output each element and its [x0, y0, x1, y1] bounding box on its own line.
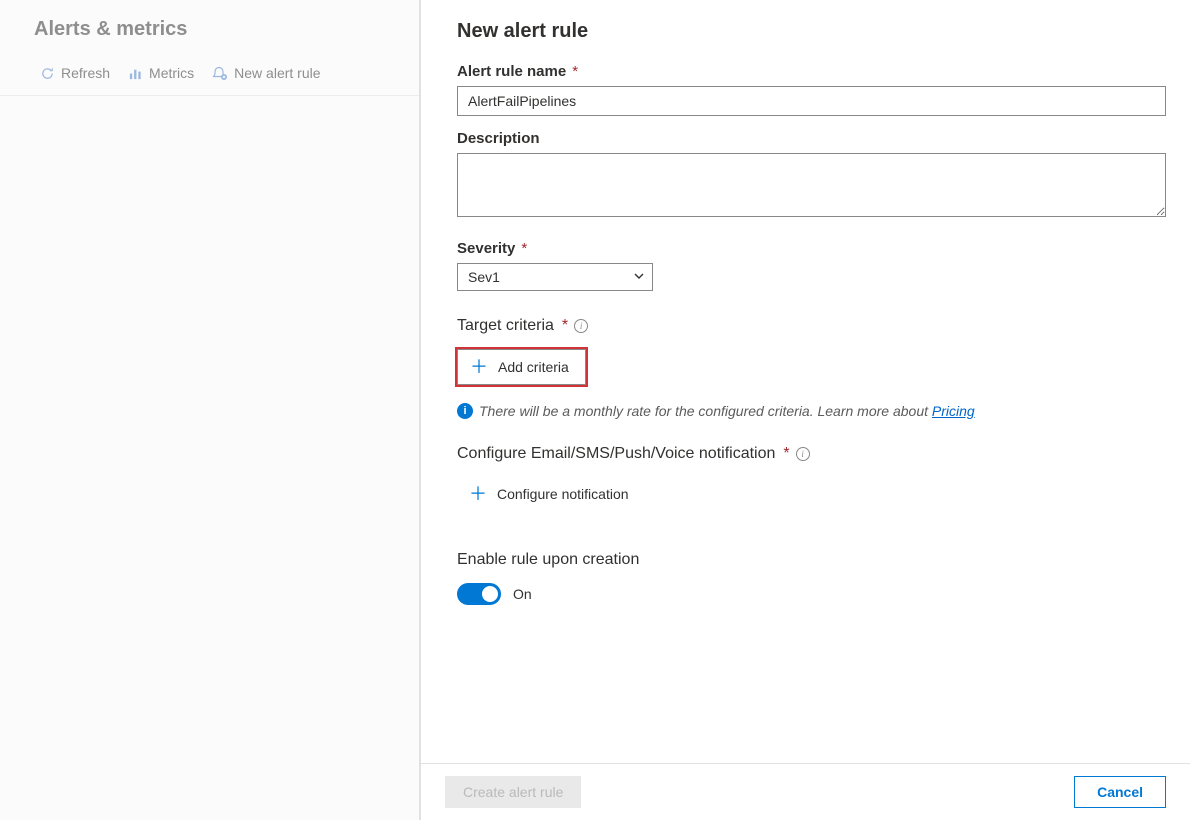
description-label: Description — [457, 130, 1166, 147]
new-alert-rule-label: New alert rule — [234, 65, 320, 81]
create-alert-rule-button: Create alert rule — [445, 776, 581, 808]
cancel-button[interactable]: Cancel — [1074, 776, 1166, 808]
info-icon[interactable]: i — [574, 319, 588, 333]
metrics-label: Metrics — [149, 65, 194, 81]
add-criteria-label: Add criteria — [498, 359, 569, 375]
new-alert-rule-icon — [212, 65, 228, 81]
description-input[interactable] — [457, 153, 1166, 217]
info-icon[interactable]: i — [796, 447, 810, 461]
form-content: New alert rule Alert rule name* Descript… — [421, 0, 1190, 763]
alert-name-input[interactable] — [457, 86, 1166, 116]
configure-notification-button[interactable]: ＋ Configure notification — [457, 477, 641, 511]
target-criteria-heading: Target criteria* i — [457, 317, 1166, 335]
footer: Create alert rule Cancel — [421, 763, 1190, 820]
right-panel: New alert rule Alert rule name* Descript… — [420, 0, 1190, 820]
severity-label: Severity* — [457, 240, 1166, 257]
refresh-label: Refresh — [61, 65, 110, 81]
alert-name-label: Alert rule name* — [457, 63, 1166, 80]
pricing-note: i There will be a monthly rate for the c… — [457, 403, 1166, 419]
page-title: New alert rule — [457, 20, 1166, 43]
toggle-state-label: On — [513, 586, 532, 602]
left-panel-title: Alerts & metrics — [0, 0, 419, 51]
enable-rule-heading: Enable rule upon creation — [457, 551, 1166, 569]
left-panel: Alerts & metrics Refresh Metrics New ale… — [0, 0, 420, 820]
refresh-icon — [40, 66, 55, 81]
plus-icon: ＋ — [470, 358, 488, 376]
refresh-button[interactable]: Refresh — [34, 63, 116, 83]
enable-rule-toggle[interactable] — [457, 583, 501, 605]
metrics-button[interactable]: Metrics — [122, 63, 200, 83]
severity-select[interactable]: Sev1 — [457, 263, 653, 291]
info-solid-icon: i — [457, 403, 473, 419]
pricing-link[interactable]: Pricing — [932, 403, 975, 419]
add-criteria-button[interactable]: ＋ Add criteria — [457, 349, 586, 385]
notification-heading: Configure Email/SMS/Push/Voice notificat… — [457, 445, 1166, 463]
plus-icon: ＋ — [469, 485, 487, 503]
new-alert-rule-button[interactable]: New alert rule — [206, 63, 326, 83]
metrics-icon — [128, 66, 143, 81]
configure-notification-label: Configure notification — [497, 486, 629, 502]
left-toolbar: Refresh Metrics New alert rule — [0, 51, 419, 96]
